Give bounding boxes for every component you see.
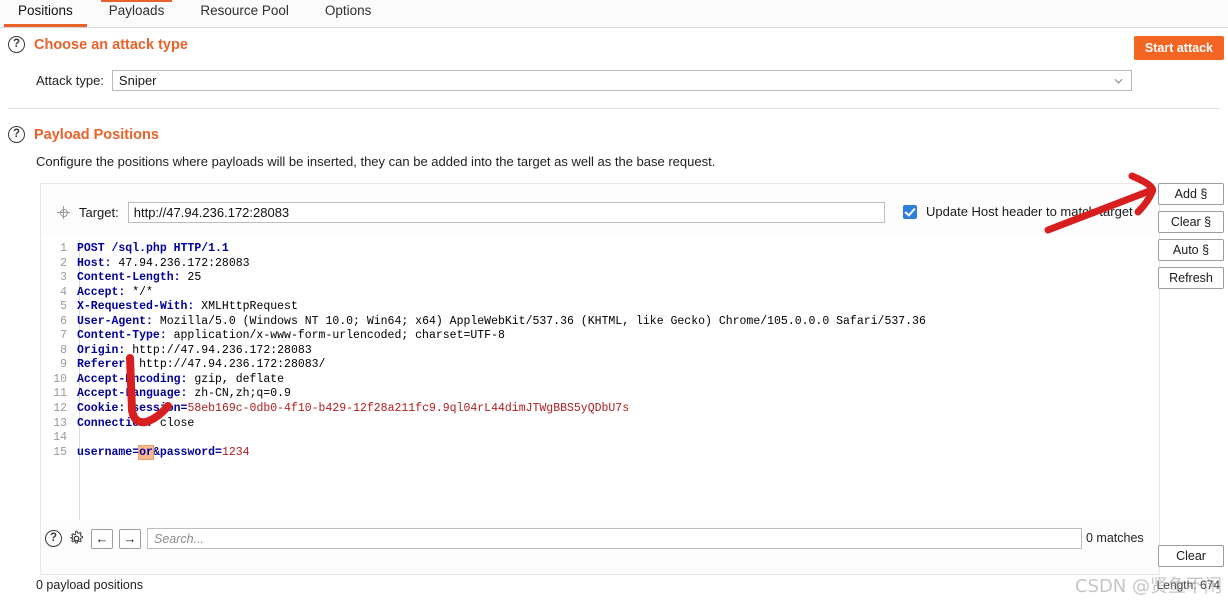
header-name-x-requested-with: X-Requested-With: (77, 300, 195, 314)
header-name-cookie: Cookie: (77, 402, 126, 416)
header-name-content-type: Content-Type: (77, 329, 167, 343)
search-input[interactable] (147, 528, 1082, 549)
line-number: 12 (53, 402, 67, 416)
header-name-accept-encoding: Accept-Encoding: (77, 372, 188, 386)
target-row: Target: (57, 202, 885, 223)
line-number: 11 (53, 387, 67, 401)
payload-positions-description: Configure the positions where payloads w… (36, 154, 716, 169)
header-name-accept-language: Accept-Language: (77, 387, 188, 401)
payload-marker-buttons: Add § Clear § Auto § Refresh (1158, 183, 1224, 289)
body-ampersand: & (152, 445, 160, 459)
editor-bottom-bar-controls: ? ← → (45, 528, 1082, 549)
attack-type-select[interactable]: Sniper (111, 70, 1132, 91)
line-number: 8 (60, 343, 67, 357)
request-line: POST /sql.php HTTP/1.1 (77, 242, 229, 255)
header-value-origin: http://47.94.236.172:28083 (125, 343, 312, 357)
attack-type-section-title: Choose an attack type (34, 36, 188, 53)
header-name-accept: Accept: (77, 285, 126, 299)
gear-icon[interactable] (68, 530, 85, 547)
line-number: 15 (53, 445, 67, 459)
body-password-value: 1234 (221, 445, 250, 459)
header-name-content-length: Content-Length: (77, 271, 181, 285)
line-number: 10 (53, 372, 67, 386)
request-editor[interactable]: 1 POST /sql.php HTTP/1.1 2 Host: 47.94.236… (41, 236, 1159, 520)
attack-type-section-header: ? Choose an attack type (8, 36, 188, 53)
auto-markers-button[interactable]: Auto § (1158, 239, 1224, 261)
header-value-connection: close (152, 416, 195, 430)
body-password-key: password= (159, 445, 222, 459)
section-divider (8, 108, 1220, 109)
request-panel: Target: Update Host header to match targ… (40, 183, 1160, 575)
header-value-accept-encoding: gzip, deflate (187, 372, 285, 386)
tab-positions-label: Positions (18, 3, 73, 18)
search-matches-count: 0 matches (1086, 531, 1144, 545)
update-host-header-checkbox[interactable] (903, 204, 917, 219)
clear-markers-button[interactable]: Clear § (1158, 211, 1224, 233)
attack-type-value: Sniper (118, 73, 157, 88)
tab-payloads[interactable]: Payloads (91, 0, 183, 27)
update-host-header-row[interactable]: Update Host header to match target (903, 204, 1133, 219)
header-value-content-length: 25 (180, 271, 202, 285)
header-name-host: Host: (77, 256, 112, 270)
tab-resource-pool-label: Resource Pool (200, 3, 289, 18)
update-host-header-label: Update Host header to match target (926, 204, 1133, 219)
header-value-x-requested-with: XMLHttpRequest (194, 300, 298, 314)
line-number: 9 (60, 358, 67, 372)
header-name-user-agent: User-Agent: (77, 314, 153, 328)
help-icon[interactable]: ? (45, 530, 62, 547)
header-value-referer: http://47.94.236.172:28083/ (132, 358, 326, 372)
request-code: 1 POST /sql.php HTTP/1.1 2 Host: 47.94.236… (41, 242, 926, 460)
target-label: Target: (79, 205, 119, 220)
help-icon[interactable]: ? (8, 126, 25, 143)
line-number: 6 (60, 314, 67, 328)
header-value-host: 47.94.236.172:28083 (111, 256, 250, 270)
header-value-accept-language: zh-CN,zh;q=0.9 (187, 387, 291, 401)
line-number: 7 (60, 329, 67, 343)
header-value-user-agent: Mozilla/5.0 (Windows NT 10.0; Win64; x64… (152, 314, 926, 328)
cookie-session-value: 58eb169c-0db0-4f10-b429-12f28a211fc9.9ql… (187, 402, 630, 416)
request-length-label: Length: 674 (1156, 578, 1220, 592)
add-marker-button[interactable]: Add § (1158, 183, 1224, 205)
clear-search-button[interactable]: Clear (1158, 545, 1224, 567)
payload-positions-section-title: Payload Positions (34, 126, 159, 143)
line-number: 2 (60, 256, 67, 270)
line-number: 4 (60, 285, 67, 299)
tab-options[interactable]: Options (307, 1, 390, 27)
attack-type-label: Attack type: (36, 73, 104, 88)
target-input[interactable] (127, 202, 885, 223)
header-name-referer: Referer: (77, 358, 133, 372)
tab-resource-pool[interactable]: Resource Pool (182, 1, 307, 27)
start-attack-button[interactable]: Start attack (1133, 36, 1224, 60)
cookie-key: session= (125, 402, 188, 416)
header-name-connection: Connection: (77, 416, 153, 430)
chevron-down-icon (1114, 78, 1123, 84)
intruder-tab-bar: Positions Payloads Resource Pool Options (0, 0, 1228, 28)
editor-bottom-bar: ? ← → 0 matches (41, 520, 1159, 574)
search-next-button[interactable]: → (119, 528, 141, 549)
payload-positions-section-header: ? Payload Positions (8, 126, 159, 143)
header-value-content-type: application/x-www-form-urlencoded; chars… (166, 329, 505, 343)
search-prev-button[interactable]: ← (91, 528, 113, 549)
body-username-key: username= (77, 445, 140, 459)
line-number: 13 (53, 416, 67, 430)
header-value-accept: */* (125, 285, 153, 299)
refresh-button[interactable]: Refresh (1158, 267, 1224, 289)
payload-positions-count: 0 payload positions (36, 578, 144, 592)
target-crosshair-icon (57, 206, 70, 219)
header-name-origin: Origin: (77, 343, 126, 357)
help-icon[interactable]: ? (8, 36, 25, 53)
line-number: 5 (60, 300, 67, 314)
line-number: 1 (60, 242, 67, 255)
line-number: 3 (60, 271, 67, 285)
attack-type-row: Attack type: Sniper (36, 70, 1132, 91)
tab-options-label: Options (324, 3, 372, 18)
tab-payloads-label: Payloads (108, 3, 165, 18)
line-number: 14 (53, 431, 67, 445)
intruder-positions-screen: Positions Payloads Resource Pool Options… (0, 0, 1228, 607)
tab-positions[interactable]: Positions (0, 1, 91, 27)
payload-position-marker[interactable]: or (138, 444, 154, 460)
